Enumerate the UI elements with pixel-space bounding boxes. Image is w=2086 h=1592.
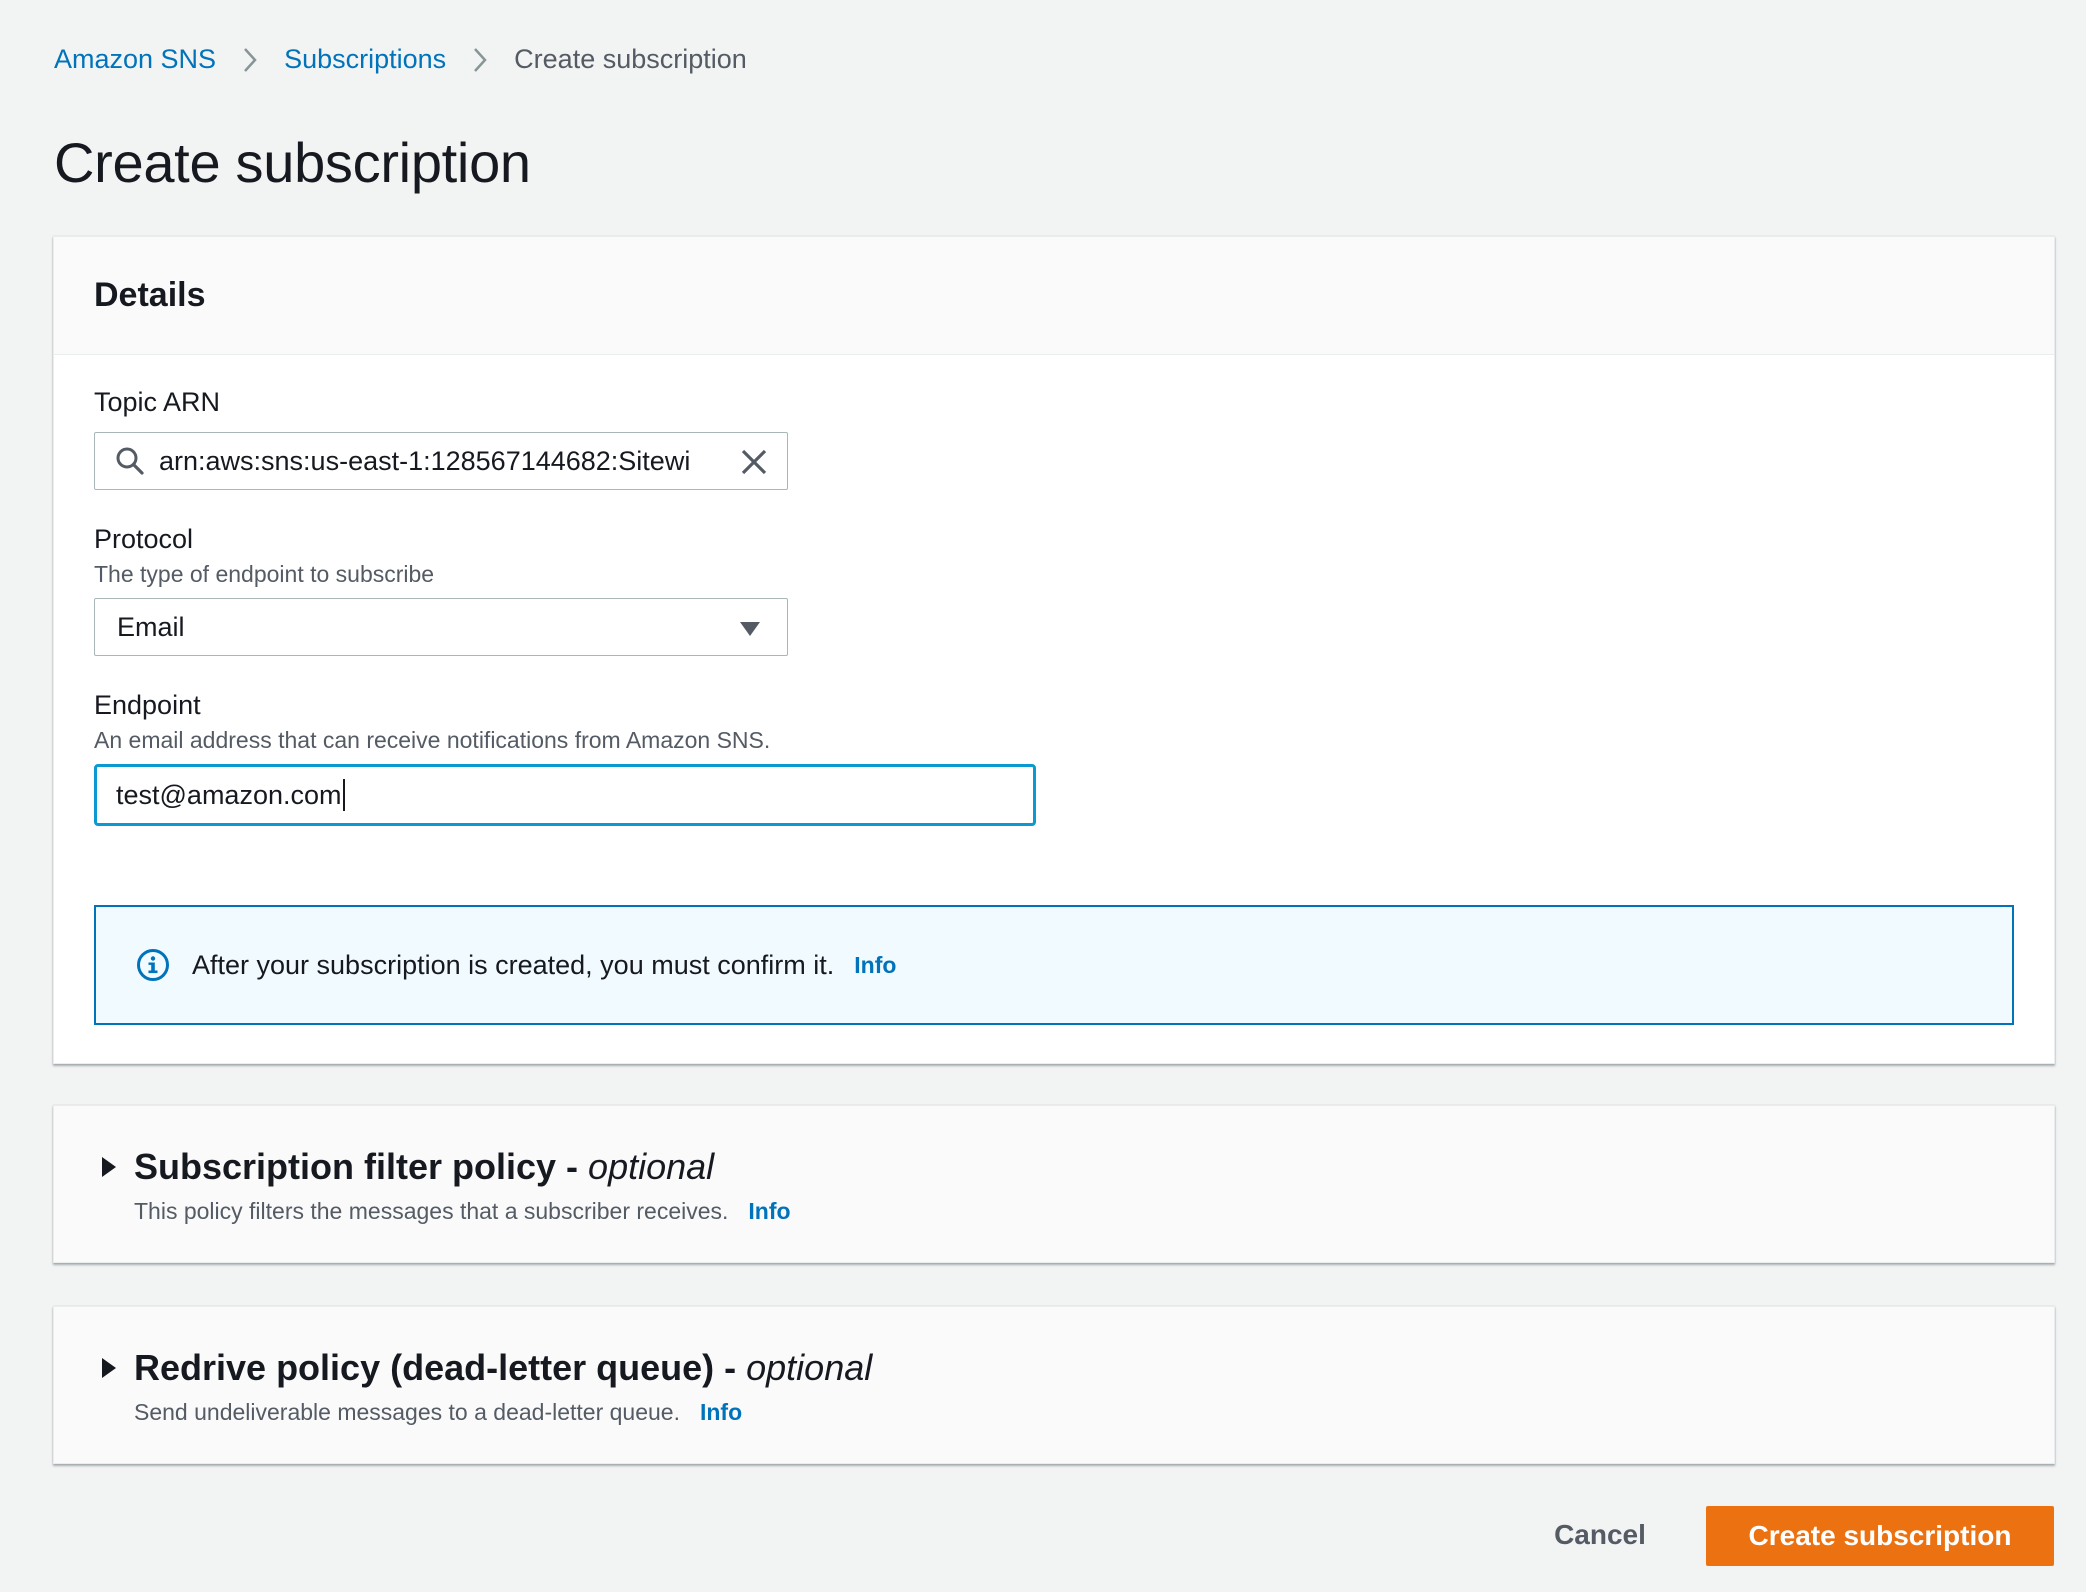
clear-icon[interactable] (739, 447, 769, 477)
create-subscription-page: Amazon SNS Subscriptions Create subscrip… (0, 0, 2086, 1592)
page-title: Create subscription (54, 131, 531, 194)
confirm-info-alert: After your subscription is created, you … (94, 905, 2014, 1025)
filter-policy-description-row: This policy filters the messages that a … (134, 1198, 791, 1225)
text-cursor (342, 779, 345, 811)
redrive-policy-toggle[interactable]: Redrive policy (dead-letter queue) - opt… (100, 1347, 872, 1389)
protocol-description: The type of endpoint to subscribe (94, 561, 435, 587)
alert-info-link[interactable]: Info (854, 952, 896, 979)
chevron-right-icon (242, 47, 258, 73)
cancel-button[interactable]: Cancel (1526, 1506, 1674, 1564)
caret-down-icon (739, 621, 761, 637)
breadcrumb: Amazon SNS Subscriptions Create subscrip… (54, 44, 747, 75)
redrive-policy-optional: optional (746, 1347, 873, 1388)
details-panel: Details Topic ARN arn:aws:sns:us-east-1:… (53, 236, 2055, 1064)
protocol-field: Protocol The type of endpoint to subscri… (94, 524, 2014, 656)
topic-arn-field: Topic ARN arn:aws:sns:us-east-1:12856714… (94, 387, 2014, 490)
details-panel-body: Topic ARN arn:aws:sns:us-east-1:12856714… (54, 355, 2054, 826)
protocol-select[interactable]: Email (94, 598, 788, 656)
alert-message: After your subscription is created, you … (192, 949, 835, 980)
protocol-selected-value: Email (117, 611, 185, 642)
details-heading: Details (94, 276, 206, 314)
breadcrumb-subscriptions[interactable]: Subscriptions (284, 44, 446, 75)
search-icon (115, 446, 145, 476)
redrive-policy-panel: Redrive policy (dead-letter queue) - opt… (53, 1306, 2055, 1464)
redrive-policy-description: Send undeliverable messages to a dead-le… (134, 1399, 680, 1425)
endpoint-field: Endpoint An email address that can recei… (94, 690, 2014, 826)
chevron-right-icon (472, 47, 488, 73)
topic-arn-value: arn:aws:sns:us-east-1:128567144682:Sitew… (159, 445, 691, 476)
filter-policy-info-link[interactable]: Info (748, 1198, 790, 1225)
filter-policy-title: Subscription filter policy - (134, 1146, 579, 1187)
info-circle-icon (136, 948, 170, 982)
redrive-policy-title: Redrive policy (dead-letter queue) - (134, 1347, 737, 1388)
endpoint-label: Endpoint (94, 690, 201, 720)
topic-arn-label: Topic ARN (94, 387, 221, 417)
endpoint-value: test@amazon.com (116, 779, 342, 810)
protocol-label: Protocol (94, 524, 194, 554)
caret-right-icon (100, 1156, 118, 1178)
redrive-policy-description-row: Send undeliverable messages to a dead-le… (134, 1399, 742, 1426)
endpoint-input[interactable]: test@amazon.com (94, 764, 1036, 826)
create-subscription-button[interactable]: Create subscription (1706, 1506, 2054, 1566)
filter-policy-toggle[interactable]: Subscription filter policy - optional (100, 1146, 714, 1188)
breadcrumb-amazon-sns[interactable]: Amazon SNS (54, 44, 216, 75)
filter-policy-description: This policy filters the messages that a … (134, 1198, 729, 1224)
filter-policy-panel: Subscription filter policy - optional Th… (53, 1105, 2055, 1263)
breadcrumb-current: Create subscription (514, 44, 747, 74)
endpoint-description: An email address that can receive notifi… (94, 727, 771, 753)
topic-arn-input[interactable]: arn:aws:sns:us-east-1:128567144682:Sitew… (94, 432, 788, 490)
filter-policy-optional: optional (588, 1146, 715, 1187)
details-panel-header: Details (54, 237, 2054, 355)
caret-right-icon (100, 1357, 118, 1379)
redrive-policy-info-link[interactable]: Info (700, 1399, 742, 1426)
